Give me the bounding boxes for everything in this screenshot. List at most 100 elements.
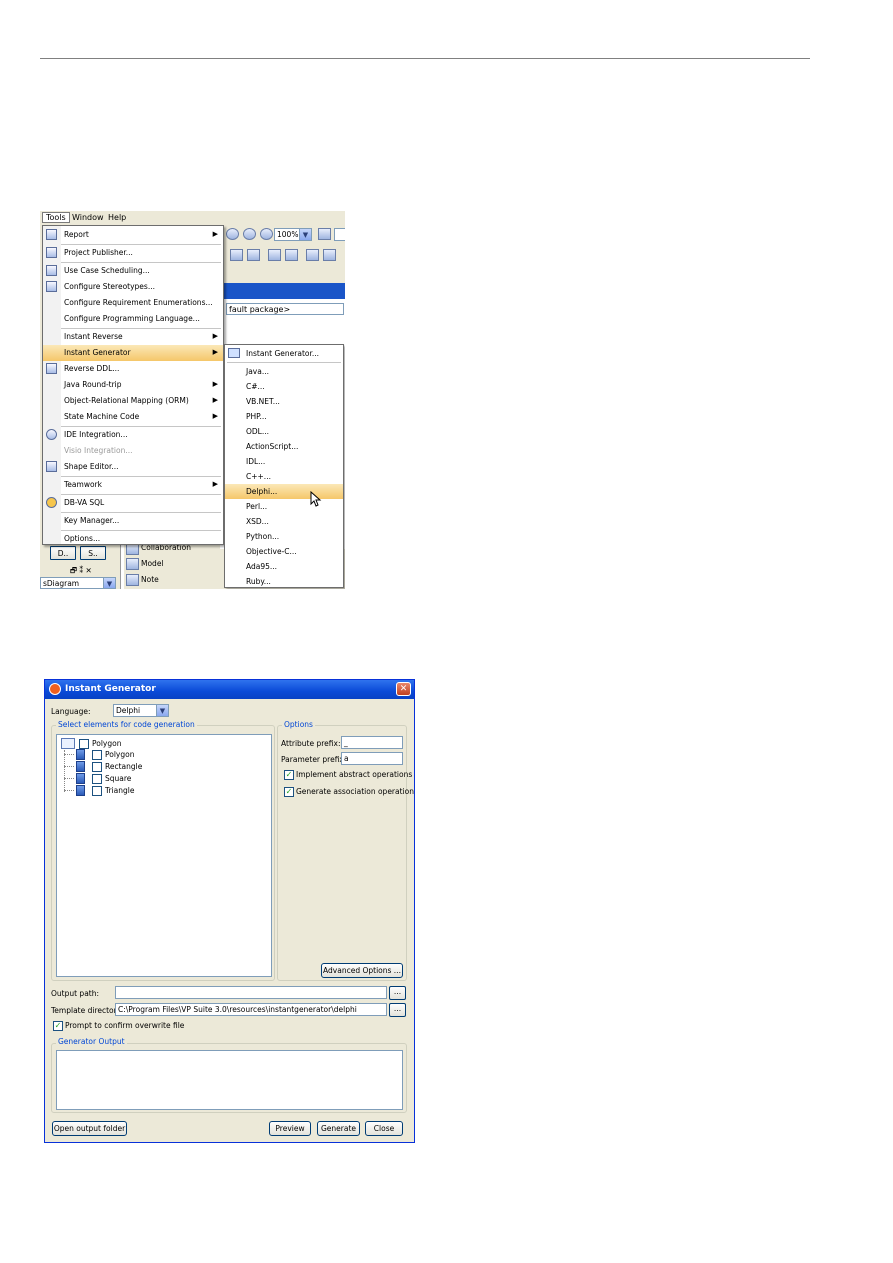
submenu-item-csharp[interactable]: C#... — [225, 379, 343, 394]
generator-icon — [228, 348, 240, 358]
menu-item-instant-generator[interactable]: Instant Generator ▶ — [43, 345, 223, 361]
element-tree[interactable]: Polygon Polygon Rectangle Square Triangl… — [56, 734, 272, 977]
stereotype-icon — [46, 281, 57, 292]
close-label: Close — [373, 1124, 395, 1133]
submenu-item-ruby[interactable]: Ruby... — [225, 574, 343, 589]
submenu-item-php[interactable]: PHP... — [225, 409, 343, 424]
menu-item-state-machine-code[interactable]: State Machine Code ▶ — [43, 409, 223, 425]
class-icon — [76, 761, 85, 772]
template-directory-value: C:\Program Files\VP Suite 3.0\resources\… — [118, 1005, 357, 1014]
generate-button[interactable]: Generate — [317, 1121, 360, 1136]
submenu-item-perl[interactable]: Perl... — [225, 499, 343, 514]
submenu-item-xsd[interactable]: XSD... — [225, 514, 343, 529]
attribute-prefix-input[interactable]: _ — [341, 736, 403, 749]
toolbar-icon-5[interactable] — [306, 249, 319, 261]
tree-root-checkbox[interactable] — [79, 739, 89, 749]
palette-item-model[interactable]: Model — [141, 559, 164, 568]
submenu-item-vbnet[interactable]: VB.NET... — [225, 394, 343, 409]
zoom-combo[interactable]: 100% ▼ — [274, 228, 312, 241]
toolbar-icon-6[interactable] — [323, 249, 336, 261]
toolbar-icon-3[interactable] — [268, 249, 281, 261]
diagram-type-combo[interactable]: sDiagram ▼ — [40, 577, 116, 589]
menu-help[interactable]: Help — [108, 213, 126, 222]
menu-item-orm[interactable]: Object-Relational Mapping (ORM) ▶ — [43, 393, 223, 409]
menu-item-label: Key Manager... — [64, 516, 120, 525]
note-icon — [126, 574, 139, 586]
menu-item-db-va-sql[interactable]: DB-VA SQL — [43, 495, 223, 511]
toolbar-icon-2[interactable] — [247, 249, 260, 261]
open-output-folder-label: Open output folder — [53, 1124, 126, 1133]
report-icon — [46, 229, 57, 240]
menu-item-use-case-scheduling[interactable]: Use Case Scheduling... — [43, 263, 223, 279]
menu-window[interactable]: Window — [72, 213, 104, 222]
output-path-input[interactable] — [115, 986, 387, 999]
toolbar-icon-4[interactable] — [285, 249, 298, 261]
prompt-overwrite-checkbox[interactable]: ✓ — [53, 1021, 63, 1031]
menu-item-instant-reverse[interactable]: Instant Reverse ▶ — [43, 329, 223, 345]
submenu-item-objective-c[interactable]: Objective-C... — [225, 544, 343, 559]
menu-item-shape-editor[interactable]: Shape Editor... — [43, 459, 223, 475]
submenu-item-label: Objective-C... — [246, 547, 297, 556]
palette-item-note[interactable]: Note — [141, 575, 159, 584]
output-path-browse-button[interactable]: ... — [389, 986, 406, 1000]
tree-item-checkbox[interactable] — [92, 774, 102, 784]
advanced-options-button[interactable]: Advanced Options ... — [321, 963, 403, 978]
implement-abstract-checkbox[interactable]: ✓ — [284, 770, 294, 780]
zoom-out-icon[interactable] — [226, 228, 239, 240]
menu-item-configure-stereotypes[interactable]: Configure Stereotypes... — [43, 279, 223, 295]
zoom-in-icon[interactable] — [260, 228, 273, 240]
submenu-item-ada95[interactable]: Ada95... — [225, 559, 343, 574]
tree-item-checkbox[interactable] — [92, 786, 102, 796]
zoom-fit-icon[interactable] — [243, 228, 256, 240]
menu-item-label: Options... — [64, 534, 101, 543]
submenu-item-instant-generator[interactable]: Instant Generator... — [225, 346, 343, 361]
generate-association-label: Generate association operations — [296, 787, 415, 796]
parameter-prefix-input[interactable]: a — [341, 752, 403, 765]
toolbar-icon-1[interactable] — [230, 249, 243, 261]
select-elements-group-title: Select elements for code generation — [56, 720, 197, 729]
menu-item-label: DB-VA SQL — [64, 498, 105, 507]
panel-tab-s[interactable]: S.. — [80, 546, 106, 560]
submenu-item-odl[interactable]: ODL... — [225, 424, 343, 439]
pan-icon[interactable] — [318, 228, 331, 240]
parameter-prefix-value: a — [344, 754, 349, 763]
close-icon[interactable]: ✕ — [396, 682, 411, 696]
language-select[interactable]: Delphi ▼ — [113, 704, 169, 717]
menu-item-label: Object-Relational Mapping (ORM) — [64, 396, 189, 405]
menu-item-ide-integration[interactable]: IDE Integration... — [43, 427, 223, 443]
language-value: Delphi — [116, 706, 141, 715]
submenu-item-idl[interactable]: IDL... — [225, 454, 343, 469]
panel-tab-d[interactable]: D.. — [50, 546, 76, 560]
template-directory-browse-button[interactable]: ... — [389, 1003, 406, 1017]
menu-item-project-publisher[interactable]: Project Publisher... — [43, 245, 223, 261]
submenu-item-label: Python... — [246, 532, 280, 541]
generate-association-checkbox[interactable]: ✓ — [284, 787, 294, 797]
menu-item-teamwork[interactable]: Teamwork ▶ — [43, 477, 223, 493]
menu-item-java-round-trip[interactable]: Java Round-trip ▶ — [43, 377, 223, 393]
template-directory-input[interactable]: C:\Program Files\VP Suite 3.0\resources\… — [115, 1003, 387, 1016]
menu-item-configure-programming-language[interactable]: Configure Programming Language... — [43, 311, 223, 327]
prompt-overwrite-label: Prompt to confirm overwrite file — [65, 1021, 185, 1030]
tree-item-checkbox[interactable] — [92, 762, 102, 772]
submenu-item-java[interactable]: Java... — [225, 364, 343, 379]
dialog-title: Instant Generator — [65, 684, 156, 694]
toolbar-field[interactable] — [334, 228, 345, 241]
menu-item-key-manager[interactable]: Key Manager... — [43, 513, 223, 529]
preview-button[interactable]: Preview — [269, 1121, 311, 1136]
menu-item-reverse-ddl[interactable]: Reverse DDL... — [43, 361, 223, 377]
menu-item-options[interactable]: Options... — [43, 531, 223, 547]
advanced-options-label: Advanced Options ... — [323, 966, 401, 975]
submenu-item-actionscript[interactable]: ActionScript... — [225, 439, 343, 454]
tree-item-checkbox[interactable] — [92, 750, 102, 760]
menu-item-report[interactable]: Report ▶ — [43, 227, 223, 243]
menu-item-configure-requirement-enumerations[interactable]: Configure Requirement Enumerations... — [43, 295, 223, 311]
generator-output-area[interactable] — [56, 1050, 403, 1110]
publisher-icon — [46, 247, 57, 258]
close-button[interactable]: Close — [365, 1121, 403, 1136]
submenu-item-delphi[interactable]: Delphi... — [225, 484, 343, 499]
menu-item-label: Configure Requirement Enumerations... — [64, 298, 213, 307]
open-output-folder-button[interactable]: Open output folder — [52, 1121, 127, 1136]
submenu-item-cpp[interactable]: C++... — [225, 469, 343, 484]
menu-tools[interactable]: Tools — [42, 212, 70, 223]
submenu-item-python[interactable]: Python... — [225, 529, 343, 544]
